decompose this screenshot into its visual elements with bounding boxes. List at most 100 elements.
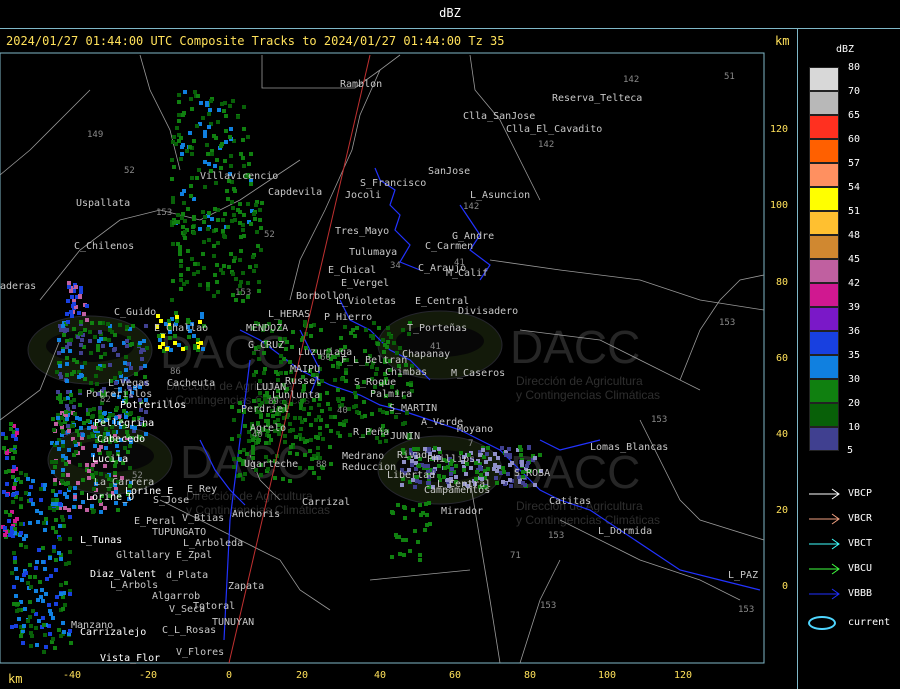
echo-pixel [295, 452, 299, 456]
echo-pixel [199, 341, 203, 345]
echo-pixel [259, 473, 263, 477]
x-tick-label: -20 [138, 670, 158, 681]
echo-pixel [312, 471, 316, 475]
echo-pixel [206, 287, 210, 291]
echo-pixel [507, 447, 511, 451]
echo-pixel [15, 517, 19, 521]
colorbar-cell: 20 [809, 398, 860, 427]
echo-pixel [333, 378, 337, 382]
echo-pixel [58, 364, 62, 368]
echo-pixel [410, 463, 414, 467]
echo-pixel [82, 421, 86, 425]
echo-pixel [86, 419, 90, 423]
place-label: Carrizal [302, 497, 350, 508]
echo-pixel [301, 437, 305, 441]
echo-pixel [336, 397, 340, 401]
echo-pixel [61, 468, 65, 472]
echo-pixel [308, 466, 312, 470]
echo-pixel [403, 421, 407, 425]
echo-pixel [416, 540, 420, 544]
echo-pixel [495, 481, 499, 485]
echo-pixel [186, 267, 190, 271]
echo-pixel [228, 104, 232, 108]
boundary-line [519, 559, 561, 664]
place-label: L_Dormida [598, 526, 652, 537]
echo-pixel [57, 551, 61, 555]
place-label: Libertad [387, 470, 435, 481]
echo-pixel [65, 312, 69, 316]
road-number: 51 [724, 72, 735, 82]
echo-pixel [232, 465, 236, 469]
road-number: 153 [540, 601, 556, 611]
place-label: S_Roque [354, 377, 396, 388]
echo-pixel [276, 418, 280, 422]
echo-pixel [259, 226, 263, 230]
echo-pixel [75, 429, 79, 433]
echo-pixel [196, 270, 200, 274]
echo-pixel [220, 102, 224, 106]
place-label: Lunlunta [272, 390, 320, 401]
echo-pixel [288, 451, 292, 455]
echo-pixel [181, 225, 185, 229]
echo-pixel [9, 427, 13, 431]
colorbar-cell: 30 [809, 374, 860, 403]
echo-pixel [186, 249, 190, 253]
echo-pixel [41, 599, 45, 603]
echo-pixel [31, 479, 35, 483]
echo-pixel [72, 302, 76, 306]
echo-pixel [57, 628, 61, 632]
echo-pixel [392, 341, 396, 345]
echo-pixel [397, 535, 401, 539]
echo-pixel [195, 176, 199, 180]
echo-pixel [234, 298, 238, 302]
echo-pixel [200, 315, 204, 319]
road-number: 153 [719, 318, 735, 328]
echo-pixel [140, 348, 144, 352]
echo-pixel [37, 548, 41, 552]
echo-pixel [41, 560, 45, 564]
echo-pixel [19, 497, 23, 501]
colorbar-label: 39 [848, 302, 861, 313]
echo-pixel [336, 361, 340, 365]
echo-pixel [479, 473, 483, 477]
echo-pixel [85, 318, 89, 322]
echo-pixel [68, 537, 72, 541]
echo-pixel [99, 510, 103, 514]
echo-pixel [320, 409, 324, 413]
echo-pixel [249, 182, 253, 186]
echo-pixel [183, 230, 187, 234]
echo-pixel [118, 371, 122, 375]
echo-pixel [214, 228, 218, 232]
place-label: d_Plata [166, 570, 208, 581]
echo-pixel [14, 437, 18, 441]
echo-pixel [239, 249, 243, 253]
echo-pixel [96, 344, 100, 348]
y-tick-label: 40 [775, 429, 788, 440]
track-legend-item: VBCR [806, 512, 896, 537]
echo-pixel [52, 545, 56, 549]
echo-pixel [80, 365, 84, 369]
echo-pixel [19, 634, 23, 638]
echo-pixel [81, 478, 85, 482]
echo-pixel [58, 502, 62, 506]
echo-pixel [279, 354, 283, 358]
echo-pixel [263, 367, 267, 371]
echo-pixel [193, 90, 197, 94]
echo-pixel [82, 312, 86, 316]
echo-pixel [144, 324, 148, 328]
echo-pixel [86, 412, 90, 416]
echo-pixel [65, 379, 69, 383]
colorbar-cell: 65 [809, 110, 860, 139]
echo-pixel [341, 397, 345, 401]
echo-pixel [94, 471, 98, 475]
road-number: 142 [463, 202, 479, 212]
echo-pixel [386, 340, 390, 344]
echo-pixel [307, 412, 311, 416]
echo-pixel [409, 383, 413, 387]
echo-pixel [98, 410, 102, 414]
track-legend-label: VBBB [848, 588, 873, 599]
echo-pixel [437, 474, 441, 478]
echo-pixel [252, 399, 256, 403]
echo-pixel [19, 471, 23, 475]
echo-pixel [238, 258, 242, 262]
